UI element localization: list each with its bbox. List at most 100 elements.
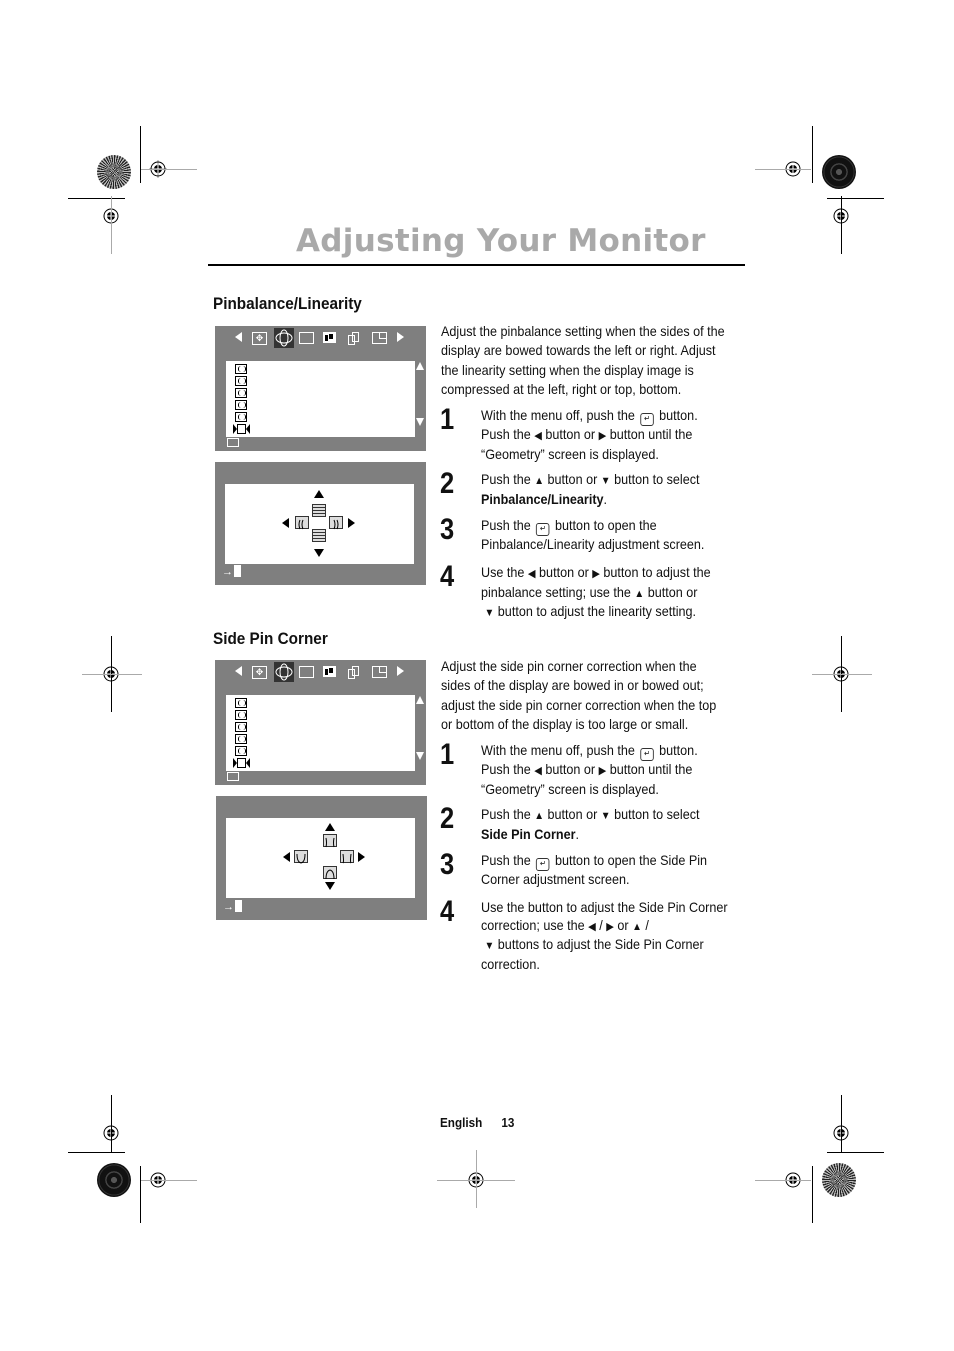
crop-line — [841, 196, 842, 254]
section-intro: Adjust the pinbalance setting when the s… — [441, 322, 725, 399]
image-icon — [348, 332, 360, 345]
section-title-pinbalance: Pinbalance/Linearity — [213, 294, 362, 313]
down-arrow-icon[interactable] — [325, 882, 335, 890]
enter-button-icon: ↵ — [536, 858, 550, 871]
step-text: Push the ▲ button or ▼ button to select … — [481, 471, 700, 507]
down-arrow-icon[interactable] — [314, 549, 324, 557]
up-arrow-icon[interactable] — [314, 490, 324, 498]
pinbalance-icon[interactable] — [235, 388, 247, 398]
osd-geometry-menu: ✥ — [215, 326, 426, 451]
up-arrow-icon: ▲ — [632, 920, 642, 933]
enter-button-icon: ↵ — [536, 523, 550, 536]
rotation-icon[interactable] — [235, 412, 247, 422]
scroll-down-icon[interactable] — [416, 418, 424, 426]
page-footer: English 13 — [440, 1115, 514, 1130]
linearity-icon[interactable] — [233, 424, 250, 434]
crop-line — [141, 169, 197, 170]
linearity-top-icon — [312, 504, 326, 517]
crop-line — [111, 196, 112, 254]
crop-line — [755, 169, 811, 170]
osd-adjust-area — [226, 818, 415, 898]
pinbalance-icon[interactable] — [235, 722, 247, 732]
intro-line: the linearity setting when the display i… — [441, 361, 694, 378]
title-divider — [208, 264, 745, 266]
step-text: Push the ↵ button to open the Side Pin Cor… — [481, 852, 708, 887]
corner-right-icon — [340, 850, 354, 864]
trapezoid-icon[interactable] — [235, 710, 247, 720]
position-icon: ✥ — [252, 332, 267, 345]
osd-geometry-list — [226, 361, 415, 437]
corner-bottom-icon — [323, 866, 337, 880]
crop-line — [755, 1180, 811, 1181]
color-wheel-icon — [822, 155, 856, 189]
intro-line: Adjust the side pin corner correction wh… — [441, 658, 697, 674]
scroll-up-icon[interactable] — [416, 362, 424, 370]
geometry-icon — [274, 328, 294, 348]
crop-line — [812, 674, 872, 675]
color-wheel-icon — [822, 1163, 856, 1197]
left-arrow-icon[interactable] — [282, 518, 289, 528]
geometry-icon — [274, 662, 294, 682]
footer-language: English — [440, 1115, 483, 1130]
left-arrow-icon: ◀ — [534, 765, 542, 777]
linearity-icon[interactable] — [233, 758, 250, 768]
pinbalance-left-icon — [295, 516, 309, 530]
crop-line — [140, 126, 141, 183]
up-arrow-icon: ▲ — [534, 475, 545, 487]
crop-line — [812, 1166, 813, 1223]
step-number: 2 — [440, 802, 455, 835]
section-title-side-pin-corner: Side Pin Corner — [213, 629, 328, 648]
osd-menu-bar: ✥ — [215, 326, 426, 354]
corner-left-icon — [294, 850, 308, 864]
crop-line — [841, 1095, 842, 1153]
step-text: Push the ↵ button to open the Pinbalance/L… — [481, 517, 705, 552]
intro-line: display are bowed towards the left or ri… — [441, 342, 716, 359]
step-text: Use the ◀ button or ▶ button to adjust t… — [481, 564, 711, 620]
step-text: Use the button to adjust the Side Pin Co… — [481, 899, 728, 972]
up-arrow-icon[interactable] — [325, 823, 335, 831]
parallelogram-icon[interactable] — [235, 734, 247, 744]
down-arrow-icon: ▼ — [484, 607, 495, 620]
down-arrow-icon: ▼ — [600, 475, 611, 487]
left-arrow-icon — [235, 332, 242, 342]
crop-line — [68, 1152, 125, 1153]
right-arrow-icon: ▶ — [606, 920, 614, 933]
left-arrow-icon — [235, 666, 242, 676]
position-icon: ✥ — [252, 666, 267, 679]
crop-line — [140, 1166, 141, 1223]
setup-icon — [372, 332, 387, 344]
step-number: 2 — [440, 467, 455, 500]
intro-line: Adjust the pinbalance setting when the s… — [441, 323, 725, 339]
osd-menu-bar: ✥ — [215, 660, 426, 688]
color-wheel-icon — [97, 155, 131, 189]
right-arrow-icon — [397, 332, 404, 342]
step-text: With the menu off, push the ↵ button. Push… — [481, 407, 698, 462]
step-text: With the menu off, push the ↵ button. Push… — [481, 742, 698, 797]
down-arrow-icon: ▼ — [484, 940, 495, 953]
size-icon — [299, 666, 314, 678]
pincushion-icon[interactable] — [235, 698, 247, 708]
pincushion-icon[interactable] — [235, 364, 247, 374]
page-title: Adjusting Your Monitor — [296, 223, 706, 259]
color-icon — [323, 666, 336, 677]
enter-icon — [227, 438, 239, 447]
scroll-down-icon[interactable] — [416, 752, 424, 760]
right-arrow-icon: ▶ — [598, 765, 607, 777]
color-icon — [323, 332, 336, 343]
rotation-icon[interactable] — [235, 746, 247, 756]
right-arrow-icon: ▶ — [598, 430, 607, 442]
enter-icon — [227, 772, 239, 781]
color-wheel-icon — [97, 1163, 131, 1197]
up-arrow-icon: ▲ — [634, 587, 645, 600]
step-number: 4 — [440, 895, 455, 928]
scroll-up-icon[interactable] — [416, 696, 424, 704]
intro-line: or bottom of the display is too large or… — [441, 715, 689, 732]
trapezoid-icon[interactable] — [235, 376, 247, 386]
enter-button-icon: ↵ — [640, 748, 654, 761]
parallelogram-icon[interactable] — [235, 400, 247, 410]
left-arrow-icon[interactable] — [283, 852, 290, 862]
right-arrow-icon[interactable] — [358, 852, 365, 862]
corner-top-icon — [323, 834, 337, 848]
right-arrow-icon[interactable] — [348, 518, 355, 528]
osd-adjust-area — [225, 484, 414, 564]
